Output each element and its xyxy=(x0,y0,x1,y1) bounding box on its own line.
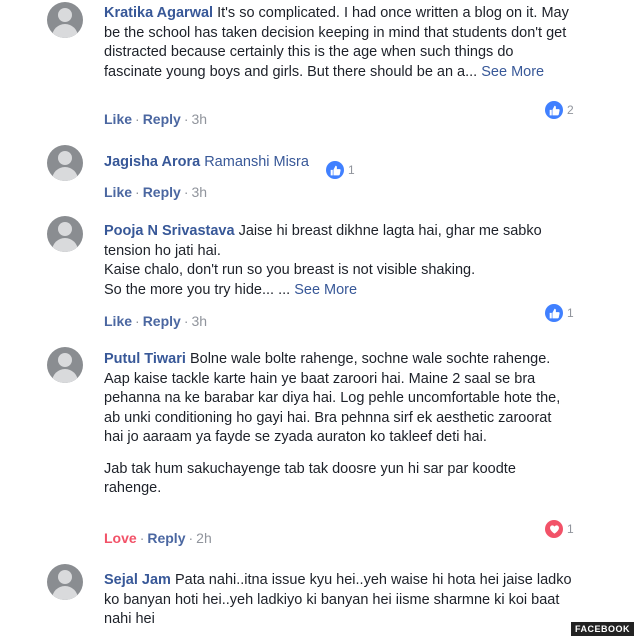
thumbs-up-icon xyxy=(326,161,344,179)
see-more-link[interactable]: See More xyxy=(481,64,544,80)
comment-text-line: So the more you try hide... ... xyxy=(104,281,291,298)
reply-button[interactable]: Reply xyxy=(147,530,185,546)
heart-icon xyxy=(545,520,563,538)
comment-author[interactable]: Putul Tiwari xyxy=(104,351,186,367)
avatar[interactable] xyxy=(47,145,83,181)
comment-time[interactable]: 3h xyxy=(191,184,207,200)
like-button[interactable]: Like xyxy=(104,184,132,200)
reaction-count[interactable]: 1 xyxy=(326,161,355,179)
comment-actions: Love · Reply · 2h xyxy=(104,530,212,546)
comment-actions: Like · Reply · 3h xyxy=(104,313,208,329)
reply-button[interactable]: Reply xyxy=(143,111,181,127)
avatar[interactable] xyxy=(47,216,83,252)
thumbs-up-icon xyxy=(545,101,563,119)
reply-button[interactable]: Reply xyxy=(143,313,181,329)
reaction-count[interactable]: 1 xyxy=(545,520,574,538)
see-more-link[interactable]: See More xyxy=(294,282,357,298)
comment-time[interactable]: 3h xyxy=(191,313,207,329)
reply-button[interactable]: Reply xyxy=(143,184,181,200)
comment-paragraph: Putul Tiwari Bolne wale bolte rahenge, s… xyxy=(104,350,574,448)
avatar[interactable] xyxy=(47,347,83,383)
comment-actions: Like · Reply · 3h xyxy=(104,111,208,127)
avatar[interactable] xyxy=(47,564,83,600)
thumbs-up-icon xyxy=(545,304,563,322)
like-button[interactable]: Like xyxy=(104,313,132,329)
reaction-count[interactable]: 1 xyxy=(545,304,574,322)
avatar[interactable] xyxy=(47,2,83,38)
comment-body: Kratika Agarwal It's so complicated. I h… xyxy=(104,4,574,82)
facebook-watermark: FACEBOOK xyxy=(570,622,634,636)
comment-body: Pooja N Srivastava Jaise hi breast dikhn… xyxy=(104,222,574,300)
reaction-count-label: 1 xyxy=(348,163,355,177)
like-button[interactable]: Like xyxy=(104,111,132,127)
comment-author[interactable]: Jagisha Arora xyxy=(104,154,200,170)
tagged-user-link[interactable]: Ramanshi Misra xyxy=(204,154,309,170)
comment-body: Sejal Jam Pata nahi..itna issue kyu hei.… xyxy=(104,571,574,630)
comment-time[interactable]: 3h xyxy=(191,111,207,127)
comment-author[interactable]: Sejal Jam xyxy=(104,572,171,588)
love-button[interactable]: Love xyxy=(104,530,137,546)
comment-author[interactable]: Pooja N Srivastava xyxy=(104,223,235,239)
comment-author[interactable]: Kratika Agarwal xyxy=(104,5,213,21)
comment-actions: Like · Reply · 3h xyxy=(104,184,208,200)
comment-time[interactable]: 2h xyxy=(196,530,212,546)
comment-text-line: Kaise chalo, don't run so you breast is … xyxy=(104,262,476,278)
reaction-count-label: 2 xyxy=(567,103,574,117)
reaction-count[interactable]: 2 xyxy=(545,101,574,119)
comment-body: Putul Tiwari Bolne wale bolte rahenge, s… xyxy=(104,350,574,499)
comment-text: Pata nahi..itna issue kyu hei..yeh waise… xyxy=(104,572,572,627)
reaction-count-label: 1 xyxy=(567,306,574,320)
reaction-count-label: 1 xyxy=(567,522,574,536)
comment-paragraph: Jab tak hum sakuchayenge tab tak doosre … xyxy=(104,460,516,497)
